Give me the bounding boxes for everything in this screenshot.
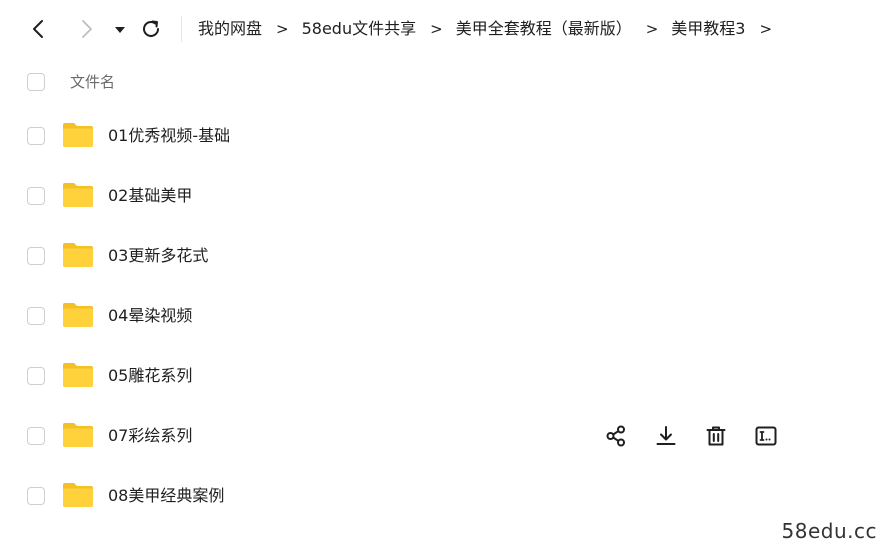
file-name[interactable]: 02基础美甲 (108, 184, 192, 208)
breadcrumb-separator[interactable]: > (745, 17, 785, 41)
column-header-name[interactable]: 文件名 (70, 70, 115, 94)
folder-icon (63, 183, 93, 207)
list-item[interactable]: 02基础美甲 (0, 166, 887, 226)
file-name[interactable]: 04晕染视频 (108, 304, 192, 328)
row-checkbox[interactable] (27, 187, 45, 205)
list-item[interactable]: 08美甲经典案例 (0, 466, 887, 526)
file-name[interactable]: 03更新多花式 (108, 244, 208, 268)
select-all-checkbox[interactable] (27, 73, 45, 91)
breadcrumb-item-my-drive[interactable]: 我的网盘 (198, 17, 262, 41)
download-button[interactable] (653, 423, 679, 449)
row-checkbox[interactable] (27, 487, 45, 505)
watermark: 58edu.cc (781, 519, 877, 543)
file-name[interactable]: 05雕花系列 (108, 364, 192, 388)
breadcrumb-item-shared[interactable]: 58edu文件共享 (302, 17, 417, 41)
folder-icon (63, 363, 93, 387)
row-checkbox[interactable] (27, 127, 45, 145)
folder-icon (63, 483, 93, 507)
download-icon (656, 426, 676, 445)
row-checkbox[interactable] (27, 427, 45, 445)
row-checkbox[interactable] (27, 307, 45, 325)
delete-icon (706, 426, 726, 446)
toolbar: 我的网盘 > 58edu文件共享 > 美甲全套教程（最新版） > 美甲教程3 > (0, 0, 887, 58)
back-button[interactable] (27, 17, 51, 41)
row-actions (603, 423, 803, 449)
file-name[interactable]: 08美甲经典案例 (108, 484, 224, 508)
refresh-button[interactable] (139, 17, 163, 41)
rename-icon (755, 426, 777, 446)
list-item[interactable]: 04晕染视频 (0, 286, 887, 346)
file-manager-page: 我的网盘 > 58edu文件共享 > 美甲全套教程（最新版） > 美甲教程3 >… (0, 0, 887, 551)
folder-icon (63, 303, 93, 327)
forward-button[interactable] (74, 17, 98, 41)
breadcrumb-item-full-course[interactable]: 美甲全套教程（最新版） (456, 17, 632, 41)
delete-button[interactable] (703, 423, 729, 449)
chevron-left-icon (33, 20, 43, 38)
file-name[interactable]: 07彩绘系列 (108, 424, 192, 448)
list-item[interactable]: 05雕花系列 (0, 346, 887, 406)
list-item[interactable]: 01优秀视频-基础 (0, 106, 887, 166)
history-dropdown-button[interactable] (108, 17, 132, 41)
share-icon (606, 425, 625, 447)
file-name[interactable]: 01优秀视频-基础 (108, 124, 230, 148)
toolbar-divider (181, 16, 182, 42)
refresh-icon (143, 20, 159, 37)
breadcrumb-separator: > (276, 20, 289, 38)
share-button[interactable] (603, 423, 629, 449)
list-header: 文件名 (0, 62, 887, 102)
folder-icon (63, 243, 93, 267)
breadcrumb-separator: > (430, 20, 443, 38)
folder-icon (63, 423, 93, 447)
chevron-right-icon (82, 20, 92, 38)
row-checkbox[interactable] (27, 247, 45, 265)
rename-button[interactable] (753, 423, 779, 449)
row-checkbox[interactable] (27, 367, 45, 385)
breadcrumb-separator: > (645, 20, 659, 38)
breadcrumb: 我的网盘 > 58edu文件共享 > 美甲全套教程（最新版） > 美甲教程3 > (198, 17, 785, 41)
list-item[interactable]: 03更新多花式 (0, 226, 887, 286)
breadcrumb-item-current[interactable]: 美甲教程3 (671, 17, 745, 41)
folder-icon (63, 123, 93, 147)
list-item-hovered[interactable]: 07彩绘系列 (0, 406, 887, 466)
caret-down-icon (115, 27, 125, 33)
